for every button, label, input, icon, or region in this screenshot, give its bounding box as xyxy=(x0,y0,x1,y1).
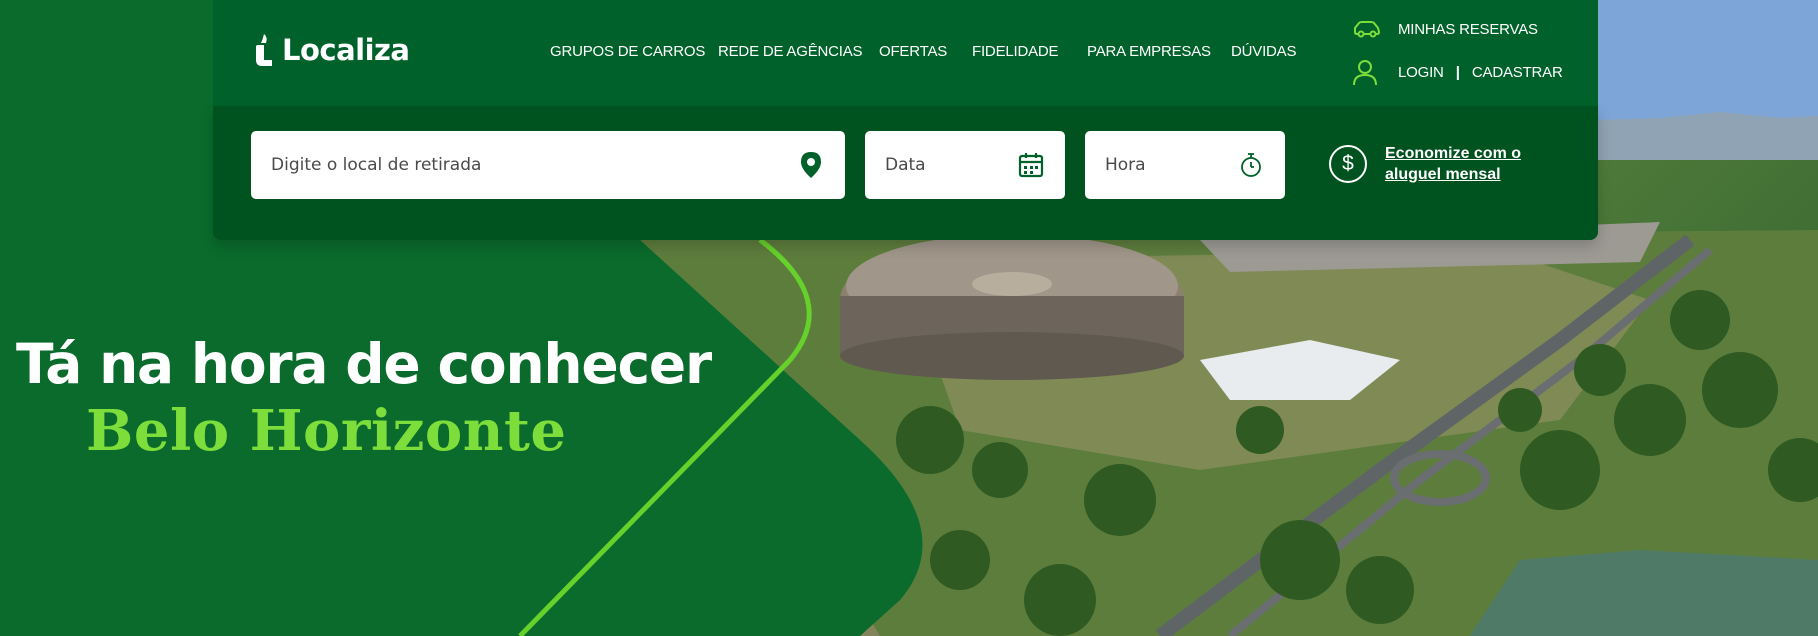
pickup-date-field[interactable]: Data xyxy=(865,131,1065,199)
hero-headline: Tá na hora de conhecer xyxy=(16,332,712,396)
monthly-rental-promo[interactable]: $ Economize com o aluguel mensal xyxy=(1329,143,1535,185)
my-reservations-link[interactable]: MINHAS RESERVAS xyxy=(1352,19,1538,39)
nav-item-rede-de-agencias[interactable]: REDE DE AGÊNCIAS xyxy=(718,43,863,60)
nav-item-para-empresas[interactable]: PARA EMPRESAS xyxy=(1087,43,1211,60)
my-reservations-label[interactable]: MINHAS RESERVAS xyxy=(1398,21,1538,38)
calendar-icon xyxy=(1017,151,1045,179)
nav-item-ofertas[interactable]: OFERTAS xyxy=(879,43,947,60)
monthly-rental-link[interactable]: Economize com o aluguel mensal xyxy=(1385,143,1535,185)
car-icon xyxy=(1354,21,1381,38)
pickup-location-placeholder: Digite o local de retirada xyxy=(271,155,482,175)
localiza-logo[interactable]: Localiza xyxy=(252,33,410,67)
account-separator: | xyxy=(1455,63,1460,81)
hero-city-name: Belo Horizonte xyxy=(86,398,567,464)
logo-text: Localiza xyxy=(282,33,410,67)
stopwatch-icon xyxy=(1237,151,1265,179)
user-icon xyxy=(1353,60,1377,86)
map-pin-icon xyxy=(797,151,825,179)
nav-item-fidelidade[interactable]: FIDELIDADE xyxy=(972,43,1059,60)
nav-item-duvidas[interactable]: DÚVIDAS xyxy=(1231,43,1296,60)
pickup-time-placeholder: Hora xyxy=(1105,155,1146,175)
login-link[interactable]: LOGIN xyxy=(1398,64,1444,81)
pickup-location-field[interactable]: Digite o local de retirada xyxy=(251,131,845,199)
account-links: LOGIN | CADASTRAR xyxy=(1352,58,1563,86)
pickup-time-field[interactable]: Hora xyxy=(1085,131,1285,199)
pickup-date-placeholder: Data xyxy=(885,155,926,175)
dollar-circle-icon: $ xyxy=(1329,145,1367,183)
localiza-logo-icon xyxy=(256,34,272,66)
nav-item-grupos-de-carros[interactable]: GRUPOS DE CARROS xyxy=(550,43,705,60)
register-link[interactable]: CADASTRAR xyxy=(1472,64,1563,81)
